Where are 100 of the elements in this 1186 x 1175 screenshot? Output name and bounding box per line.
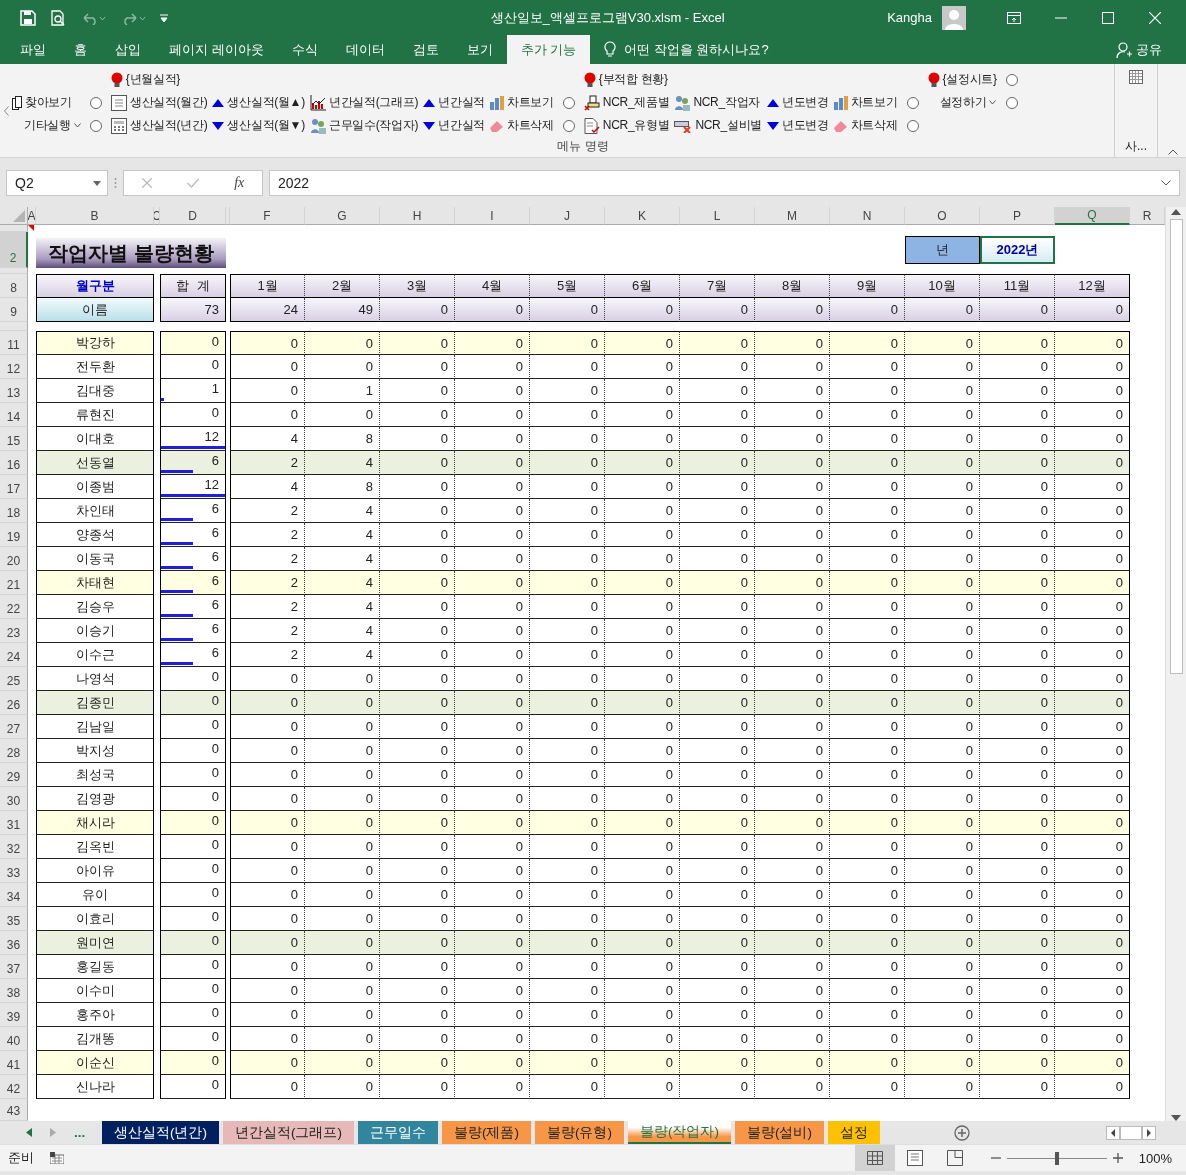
column-header[interactable]: J <box>530 207 605 225</box>
sheet-tab[interactable]: 불량(유형) <box>535 1121 624 1144</box>
column-header[interactable]: G <box>305 207 380 225</box>
row-header[interactable]: 12 <box>0 355 28 379</box>
zoom-slider-thumb[interactable] <box>1054 1151 1059 1165</box>
row-header[interactable]: 33 <box>0 859 28 883</box>
row-header[interactable]: 28 <box>0 739 28 763</box>
ribbon-button[interactable]: {설정시트} <box>927 69 997 90</box>
ribbon-button[interactable]: 차트보기 <box>490 92 554 113</box>
row-header[interactable]: 39 <box>0 1003 28 1027</box>
row-header[interactable]: 2 <box>0 232 28 268</box>
row-header[interactable]: 31 <box>0 811 28 835</box>
ribbon-button[interactable]: 차트삭제 <box>490 115 554 136</box>
row-header[interactable]: 13 <box>0 379 28 403</box>
scroll-thumb[interactable] <box>1120 1125 1142 1140</box>
radio-button[interactable] <box>562 119 575 132</box>
sheet-tab[interactable]: 불량(제품) <box>442 1121 531 1144</box>
row-header[interactable]: 43 <box>0 1099 28 1121</box>
ribbon-button[interactable]: 생산실적(월▲) <box>212 92 305 113</box>
row-header[interactable]: 11 <box>0 331 28 355</box>
column-header[interactable]: L <box>680 207 755 225</box>
ribbon-tab[interactable]: 홈 <box>60 35 101 64</box>
ribbon-button[interactable]: 년간실적 <box>423 92 485 113</box>
column-header[interactable]: O <box>905 207 980 225</box>
more-tabs-button[interactable]: ... <box>74 1125 86 1140</box>
row-header[interactable]: 34 <box>0 883 28 907</box>
column-header[interactable]: I <box>455 207 530 225</box>
column-header[interactable]: N <box>830 207 905 225</box>
row-header[interactable]: 21 <box>0 571 28 595</box>
row-header[interactable]: 17 <box>0 475 28 499</box>
ribbon-button[interactable]: 차트삭제 <box>833 115 898 136</box>
ribbon-button[interactable]: NCR_작업자 <box>674 92 760 113</box>
ribbon-tab[interactable]: 수식 <box>277 35 332 64</box>
row-header[interactable]: 16 <box>0 451 28 475</box>
row-header[interactable]: 19 <box>0 523 28 547</box>
ribbon-tab[interactable]: 삽입 <box>101 35 155 64</box>
ribbon-tab[interactable]: 추가 기능 <box>506 35 591 64</box>
sheet-tab[interactable]: 근무일수 <box>358 1121 438 1144</box>
ribbon-button[interactable]: 년간실적(그래프) <box>309 92 419 113</box>
ribbon-tab[interactable]: 페이지 레이아웃 <box>155 35 278 64</box>
radio-button[interactable] <box>1005 96 1018 109</box>
radio-button[interactable] <box>562 96 575 109</box>
ribbon-button[interactable]: NCR_유형별 <box>583 115 670 136</box>
row-header[interactable]: 40 <box>0 1027 28 1051</box>
ribbon-button[interactable]: 년간실적 <box>423 115 485 136</box>
sheet-tab[interactable]: 년간실적(그래프) <box>223 1121 354 1144</box>
row-header[interactable]: 22 <box>0 595 28 619</box>
ribbon-dropdown[interactable]: 기타실행 <box>12 115 81 136</box>
ribbon-button[interactable]: {부적합 현황} <box>583 69 668 90</box>
insert-function-button[interactable]: fx <box>234 175 245 191</box>
row-header[interactable]: 37 <box>0 955 28 979</box>
row-header[interactable]: 42 <box>0 1075 28 1099</box>
year-cell[interactable]: 2022년 <box>980 236 1055 264</box>
row-header[interactable]: 27 <box>0 715 28 739</box>
formula-input[interactable]: 2022 <box>269 170 1180 196</box>
ribbon-button[interactable]: 년도변경 <box>766 92 829 113</box>
ribbon-tab[interactable]: 보기 <box>452 35 507 64</box>
share-button[interactable]: 공유 <box>1116 35 1162 64</box>
row-header[interactable]: 35 <box>0 907 28 931</box>
scroll-thumb[interactable] <box>1169 219 1183 674</box>
tell-me-search[interactable]: 어떤 작업을 원하시나요? <box>624 40 769 59</box>
column-header[interactable]: H <box>380 207 455 225</box>
ribbon-button[interactable]: 생산실적(월▼) <box>212 115 305 136</box>
zoom-level[interactable]: 100% <box>1138 1150 1172 1166</box>
row-header[interactable]: 24 <box>0 643 28 667</box>
ribbon-button[interactable]: 생산실적(월간) <box>110 92 208 113</box>
column-header[interactable]: Q <box>1055 207 1130 225</box>
row-header[interactable]: 14 <box>0 403 28 427</box>
row-header[interactable]: 30 <box>0 787 28 811</box>
column-header[interactable]: M <box>755 207 830 225</box>
ribbon-tab[interactable]: 데이터 <box>331 35 399 64</box>
ribbon-button[interactable]: NCR_제품별 <box>583 92 670 113</box>
row-header[interactable]: 32 <box>0 835 28 859</box>
row-header[interactable]: 9 <box>0 298 28 322</box>
row-header[interactable]: 18 <box>0 499 28 523</box>
row-header[interactable]: 41 <box>0 1051 28 1075</box>
row-header[interactable]: 23 <box>0 619 28 643</box>
column-header[interactable]: B <box>36 207 154 225</box>
radio-button[interactable] <box>906 96 919 109</box>
ribbon-tab[interactable]: 검토 <box>398 35 453 64</box>
sheet-tab[interactable]: 설정 <box>828 1121 880 1144</box>
row-header[interactable]: 25 <box>0 667 28 691</box>
column-header[interactable]: F <box>230 207 305 225</box>
sheet-tab[interactable]: 생산실적(년간) <box>102 1121 219 1144</box>
row-header[interactable]: 26 <box>0 691 28 715</box>
row-header[interactable]: 8 <box>0 274 28 298</box>
radio-button[interactable] <box>89 96 102 109</box>
ribbon-button[interactable]: {년월실적} <box>110 69 181 90</box>
column-header[interactable]: D <box>160 207 226 225</box>
radio-button[interactable] <box>89 119 102 132</box>
row-header[interactable]: 20 <box>0 547 28 571</box>
radio-button[interactable] <box>1005 73 1018 86</box>
sheet-tab[interactable]: 불량(설비) <box>735 1121 824 1144</box>
row-header[interactable]: 15 <box>0 427 28 451</box>
ribbon-button[interactable]: 생산실적(년간) <box>110 115 208 136</box>
ribbon-button[interactable]: 차트보기 <box>833 92 898 113</box>
view-button[interactable] <box>854 1145 895 1171</box>
row-header[interactable]: 38 <box>0 979 28 1003</box>
ribbon-button[interactable]: 근무일수(작업자) <box>309 115 419 136</box>
ribbon-dropdown[interactable]: 설정하기 <box>927 92 997 113</box>
